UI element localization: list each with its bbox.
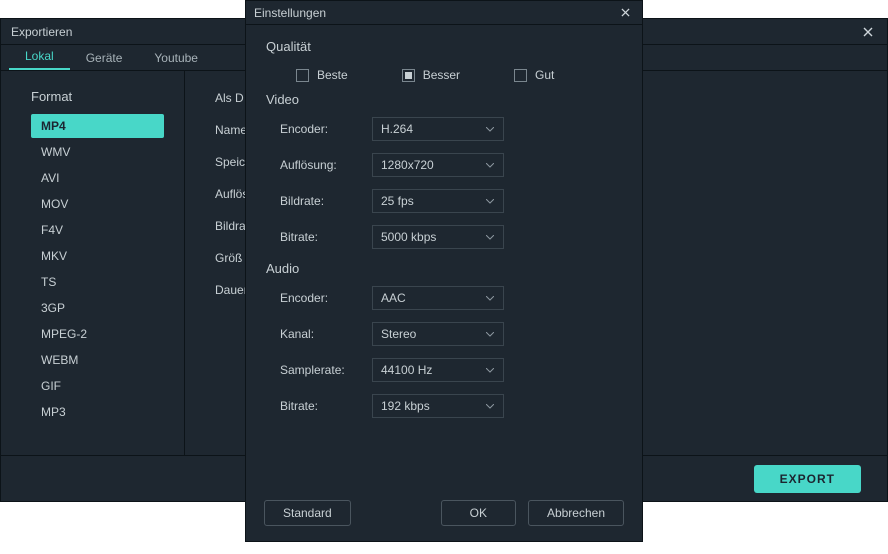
audio-section-label: Audio	[266, 261, 622, 276]
quality-option-label: Gut	[535, 68, 554, 82]
quality-option-besser[interactable]: Besser	[402, 68, 460, 82]
settings-title: Einstellungen	[254, 6, 326, 20]
field-label: Bitrate:	[280, 399, 372, 413]
audio-samplerate-dropdown[interactable]: 44100 Hz	[372, 358, 504, 382]
video-framerate-dropdown[interactable]: 25 fps	[372, 189, 504, 213]
field-label: Bildrate:	[280, 194, 372, 208]
format-sidebar: Format MP4 WMV AVI MOV F4V MKV TS 3GP MP…	[1, 71, 185, 455]
audio-encoder-row: Encoder: AAC	[266, 286, 622, 310]
dropdown-value: H.264	[381, 122, 413, 136]
format-item-mpeg2[interactable]: MPEG-2	[31, 322, 164, 346]
close-icon[interactable]	[616, 4, 634, 22]
video-bitrate-dropdown[interactable]: 5000 kbps	[372, 225, 504, 249]
chevron-down-icon	[485, 160, 495, 170]
format-item-mp4[interactable]: MP4	[31, 114, 164, 138]
field-label: Samplerate:	[280, 363, 372, 377]
dropdown-value: Stereo	[381, 327, 416, 341]
cancel-button[interactable]: Abbrechen	[528, 500, 624, 526]
format-item-mov[interactable]: MOV	[31, 192, 164, 216]
quality-option-label: Besser	[423, 68, 460, 82]
audio-bitrate-dropdown[interactable]: 192 kbps	[372, 394, 504, 418]
tab-lokal[interactable]: Lokal	[9, 44, 70, 70]
settings-footer: Standard OK Abbrechen	[246, 493, 642, 541]
quality-options: Beste Besser Gut	[266, 64, 622, 92]
dropdown-value: 25 fps	[381, 194, 414, 208]
video-section-label: Video	[266, 92, 622, 107]
format-item-ts[interactable]: TS	[31, 270, 164, 294]
dropdown-value: 5000 kbps	[381, 230, 436, 244]
dropdown-value: 44100 Hz	[381, 363, 432, 377]
chevron-down-icon	[485, 293, 495, 303]
video-resolution-row: Auflösung: 1280x720	[266, 153, 622, 177]
chevron-down-icon	[485, 365, 495, 375]
video-resolution-dropdown[interactable]: 1280x720	[372, 153, 504, 177]
tab-geraete[interactable]: Geräte	[70, 46, 139, 70]
audio-channel-row: Kanal: Stereo	[266, 322, 622, 346]
video-bitrate-row: Bitrate: 5000 kbps	[266, 225, 622, 249]
video-encoder-row: Encoder: H.264	[266, 117, 622, 141]
close-icon[interactable]	[859, 23, 877, 41]
field-label: Auflösung:	[280, 158, 372, 172]
checkbox-icon	[402, 69, 415, 82]
format-item-avi[interactable]: AVI	[31, 166, 164, 190]
chevron-down-icon	[485, 232, 495, 242]
default-button[interactable]: Standard	[264, 500, 351, 526]
format-item-wmv[interactable]: WMV	[31, 140, 164, 164]
audio-bitrate-row: Bitrate: 192 kbps	[266, 394, 622, 418]
video-encoder-dropdown[interactable]: H.264	[372, 117, 504, 141]
chevron-down-icon	[485, 196, 495, 206]
field-label: Encoder:	[280, 291, 372, 305]
dropdown-value: AAC	[381, 291, 406, 305]
format-item-webm[interactable]: WEBM	[31, 348, 164, 372]
settings-body: Qualität Beste Besser Gut Video Encoder:…	[246, 25, 642, 418]
format-item-gif[interactable]: GIF	[31, 374, 164, 398]
audio-samplerate-row: Samplerate: 44100 Hz	[266, 358, 622, 382]
settings-titlebar: Einstellungen	[246, 1, 642, 25]
audio-channel-dropdown[interactable]: Stereo	[372, 322, 504, 346]
audio-encoder-dropdown[interactable]: AAC	[372, 286, 504, 310]
quality-option-label: Beste	[317, 68, 348, 82]
format-item-mkv[interactable]: MKV	[31, 244, 164, 268]
export-button[interactable]: EXPORT	[754, 465, 861, 493]
field-label: Kanal:	[280, 327, 372, 341]
chevron-down-icon	[485, 329, 495, 339]
dropdown-value: 192 kbps	[381, 399, 430, 413]
checkbox-icon	[514, 69, 527, 82]
format-item-3gp[interactable]: 3GP	[31, 296, 164, 320]
chevron-down-icon	[485, 124, 495, 134]
quality-option-beste[interactable]: Beste	[296, 68, 348, 82]
chevron-down-icon	[485, 401, 495, 411]
video-framerate-row: Bildrate: 25 fps	[266, 189, 622, 213]
quality-option-gut[interactable]: Gut	[514, 68, 554, 82]
sidebar-heading: Format	[31, 89, 164, 104]
dropdown-value: 1280x720	[381, 158, 434, 172]
settings-dialog: Einstellungen Qualität Beste Besser Gut …	[245, 0, 643, 542]
export-title: Exportieren	[11, 19, 72, 45]
ok-button[interactable]: OK	[441, 500, 516, 526]
format-item-mp3[interactable]: MP3	[31, 400, 164, 424]
format-item-f4v[interactable]: F4V	[31, 218, 164, 242]
checkbox-icon	[296, 69, 309, 82]
field-label: Bitrate:	[280, 230, 372, 244]
tab-youtube[interactable]: Youtube	[138, 46, 214, 70]
field-label: Encoder:	[280, 122, 372, 136]
quality-section-label: Qualität	[266, 39, 622, 54]
